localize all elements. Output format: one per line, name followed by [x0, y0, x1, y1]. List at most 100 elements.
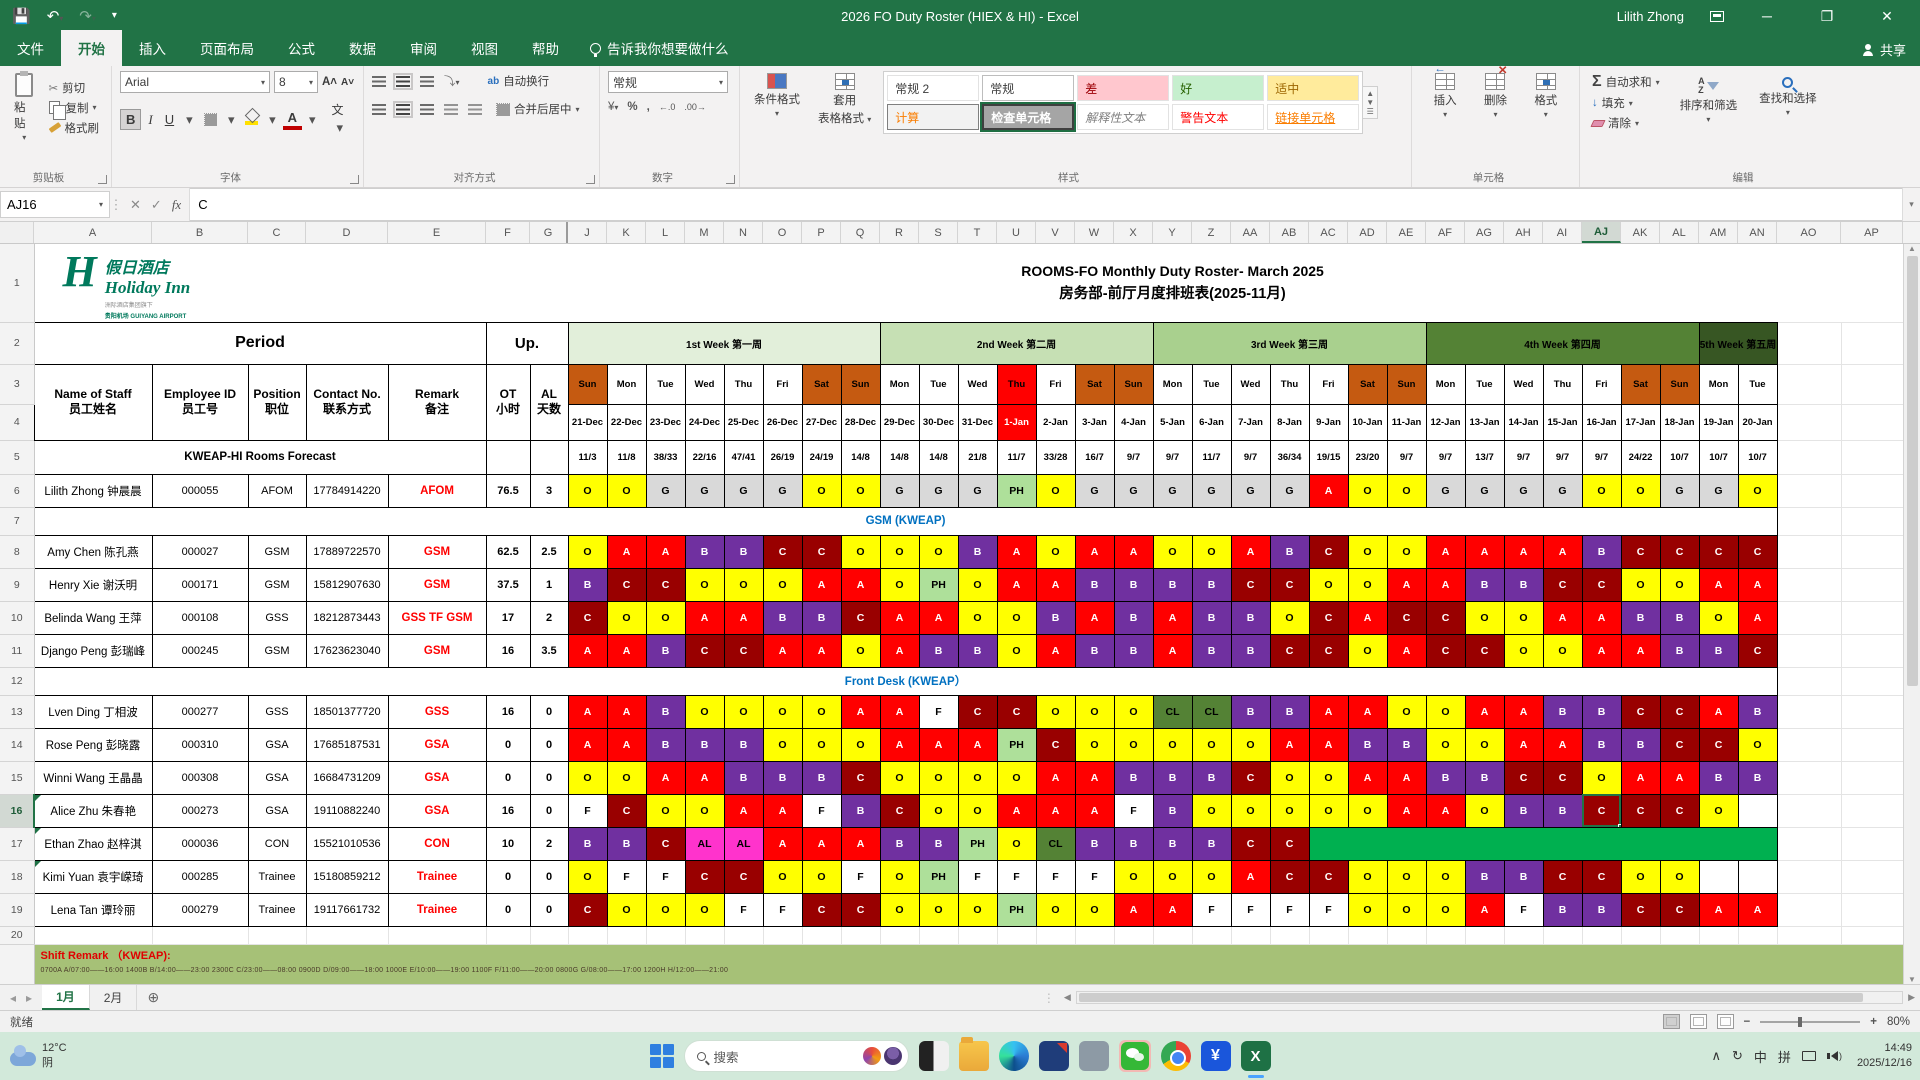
cell-M18[interactable]: C	[685, 860, 724, 893]
cell-AA20[interactable]	[1231, 926, 1270, 944]
cell-AN13[interactable]: B	[1738, 695, 1777, 728]
cell-AJ9[interactable]: C	[1582, 568, 1621, 601]
col-header-P[interactable]: P	[802, 222, 841, 243]
day-cell-S[interactable]: Tue	[919, 364, 958, 404]
autosum-button[interactable]: Σ自动求和▾	[1588, 71, 1664, 93]
cell-style-适中[interactable]: 适中	[1267, 75, 1359, 101]
cell-AI18[interactable]: C	[1543, 860, 1582, 893]
cell-M10[interactable]: A	[685, 601, 724, 634]
cell-K18[interactable]: F	[607, 860, 646, 893]
forecast-M[interactable]: 22/16	[685, 440, 724, 474]
cell-R16[interactable]: C	[880, 794, 919, 827]
decrease-decimal-icon[interactable]: .00→	[684, 102, 706, 112]
horizontal-scrollbar[interactable]	[1076, 991, 1903, 1004]
cell-AE16[interactable]: A	[1387, 794, 1426, 827]
cell-AE6[interactable]: O	[1387, 474, 1426, 507]
cell-T15[interactable]: O	[958, 761, 997, 794]
row-header-4[interactable]: 4	[0, 404, 34, 440]
cell-W6[interactable]: G	[1075, 474, 1114, 507]
tab-公式[interactable]: 公式	[271, 30, 332, 66]
cell-L6[interactable]: G	[646, 474, 685, 507]
day-cell-AE[interactable]: Sun	[1387, 364, 1426, 404]
forecast-K[interactable]: 11/8	[607, 440, 646, 474]
grow-font-icon[interactable]: A˄	[322, 76, 337, 88]
cell-AC15[interactable]: O	[1309, 761, 1348, 794]
orientation-icon[interactable]: ⤵▾	[444, 73, 460, 89]
date-cell-O[interactable]: 26-Dec	[763, 404, 802, 440]
section-header-row12[interactable]: Front Desk (KWEAP）	[34, 667, 1777, 695]
cell-AJ20[interactable]	[1582, 926, 1621, 944]
finance-icon[interactable]: ¥	[1201, 1041, 1231, 1071]
cell-style-链接单元格[interactable]: 链接单元格	[1267, 104, 1359, 130]
cell-M6[interactable]: G	[685, 474, 724, 507]
cell-style-解释性文本[interactable]: 解释性文本	[1077, 104, 1169, 130]
cell-M20[interactable]	[685, 926, 724, 944]
cell-AJ10[interactable]: A	[1582, 601, 1621, 634]
cell-P19[interactable]: C	[802, 893, 841, 926]
taskbar-search[interactable]: 搜索	[684, 1040, 909, 1072]
cell-P9[interactable]: A	[802, 568, 841, 601]
cell-AP8[interactable]	[1841, 535, 1903, 568]
cell-X17[interactable]: B	[1114, 827, 1153, 860]
cell-B17[interactable]: 000036	[152, 827, 248, 860]
cell-E17[interactable]: CON	[388, 827, 486, 860]
clear-button[interactable]: 清除▾	[1588, 113, 1664, 133]
cell-D19[interactable]: 19117661732	[306, 893, 388, 926]
cell-T10[interactable]: O	[958, 601, 997, 634]
cell-F6[interactable]: 76.5	[486, 474, 530, 507]
cell-W11[interactable]: B	[1075, 634, 1114, 667]
week-header-4[interactable]: 4th Week 第四周	[1426, 322, 1699, 364]
cell-F13[interactable]: 16	[486, 695, 530, 728]
cell-D8[interactable]: 17889722570	[306, 535, 388, 568]
conditional-formatting-button[interactable]: 条件格式▾	[748, 71, 806, 120]
cell-K15[interactable]: O	[607, 761, 646, 794]
cell-P14[interactable]: O	[802, 728, 841, 761]
cell-AI11[interactable]: O	[1543, 634, 1582, 667]
day-cell-AK[interactable]: Sat	[1621, 364, 1660, 404]
cell-B9[interactable]: 000171	[152, 568, 248, 601]
cell-W14[interactable]: O	[1075, 728, 1114, 761]
edge-icon[interactable]	[999, 1041, 1029, 1071]
cell-S17[interactable]: B	[919, 827, 958, 860]
date-cell-P[interactable]: 27-Dec	[802, 404, 841, 440]
cell-U20[interactable]	[997, 926, 1036, 944]
row-header-20[interactable]: 20	[0, 926, 34, 944]
day-cell-AF[interactable]: Mon	[1426, 364, 1465, 404]
cell-L20[interactable]	[646, 926, 685, 944]
cell-AD6[interactable]: O	[1348, 474, 1387, 507]
week-header-1[interactable]: 1st Week 第一周	[568, 322, 880, 364]
cell-AG13[interactable]: A	[1465, 695, 1504, 728]
cell-O13[interactable]: O	[763, 695, 802, 728]
cell-F19[interactable]: 0	[486, 893, 530, 926]
cell-AK11[interactable]: A	[1621, 634, 1660, 667]
cell-AG16[interactable]: O	[1465, 794, 1504, 827]
number-dialog-launcher[interactable]	[726, 175, 735, 184]
cell-AN8[interactable]: C	[1738, 535, 1777, 568]
cell-X9[interactable]: B	[1114, 568, 1153, 601]
cell-Q15[interactable]: C	[841, 761, 880, 794]
day-cell-AA[interactable]: Wed	[1231, 364, 1270, 404]
cancel-entry-icon[interactable]: ✕	[130, 197, 141, 213]
cell-F14[interactable]: 0	[486, 728, 530, 761]
day-cell-U[interactable]: Thu	[997, 364, 1036, 404]
excel-icon[interactable]: X	[1241, 1041, 1271, 1071]
cell-Y14[interactable]: O	[1153, 728, 1192, 761]
cell-V15[interactable]: A	[1036, 761, 1075, 794]
align-middle-icon[interactable]	[396, 76, 410, 87]
cell-AN10[interactable]: A	[1738, 601, 1777, 634]
cell-G10[interactable]: 2	[530, 601, 568, 634]
cell-R17[interactable]: B	[880, 827, 919, 860]
fontcolor-dropdown[interactable]: ▾	[304, 110, 321, 130]
col-header-AM[interactable]: AM	[1699, 222, 1738, 243]
cell-AH16[interactable]: B	[1504, 794, 1543, 827]
vertical-scroll-thumb[interactable]	[1907, 256, 1918, 686]
cell-AB19[interactable]: F	[1270, 893, 1309, 926]
cell-Z19[interactable]: F	[1192, 893, 1231, 926]
cell-AB20[interactable]	[1270, 926, 1309, 944]
col-header-Q[interactable]: Q	[841, 222, 880, 243]
date-cell-AG[interactable]: 13-Jan	[1465, 404, 1504, 440]
clipboard-dialog-launcher[interactable]	[98, 175, 107, 184]
cell-D11[interactable]: 17623623040	[306, 634, 388, 667]
shift-remark-band[interactable]: Shift Remark （KWEAP):0700A A/07:00——16:0…	[34, 944, 1903, 984]
zoom-slider-thumb[interactable]	[1798, 1017, 1802, 1027]
